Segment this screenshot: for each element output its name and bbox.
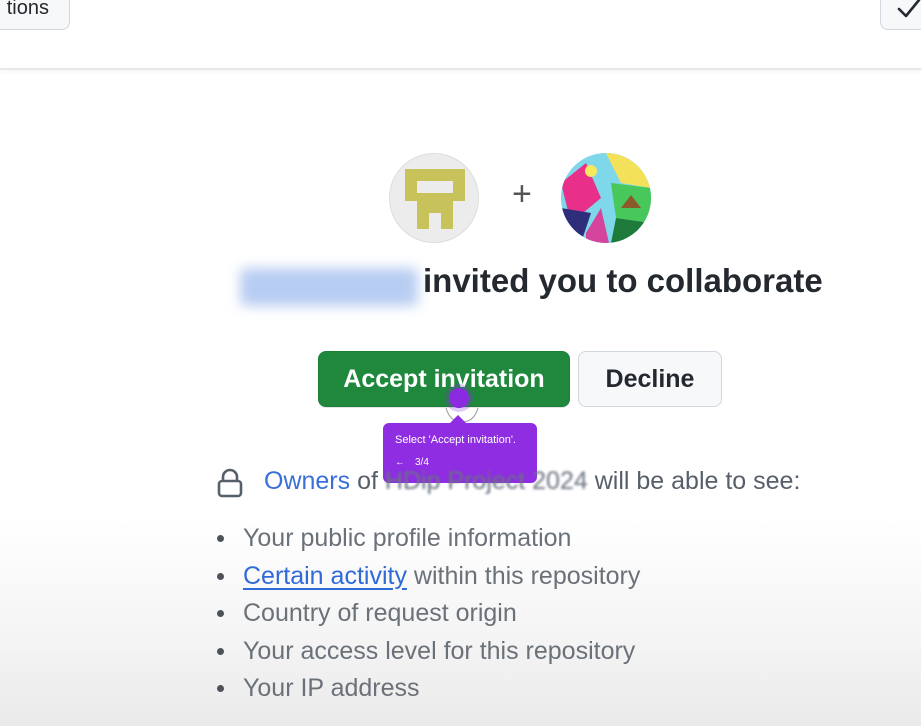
list-item-text: Your IP address xyxy=(243,674,420,702)
repository-name: HDip Project 2024 xyxy=(384,467,588,495)
decline-label: Decline xyxy=(605,364,695,393)
list-item-text: Your public profile information xyxy=(243,524,572,552)
list-item: Certain activity within this repository xyxy=(210,558,640,596)
bullet xyxy=(217,610,224,617)
bullet xyxy=(217,535,224,542)
check-icon xyxy=(897,0,921,18)
owners-suffix: will be able to see: xyxy=(587,467,801,495)
repository-avatar xyxy=(561,153,651,243)
lock-icon xyxy=(217,468,243,498)
list-item-text: within this repository xyxy=(406,561,641,590)
page: tions + invited you to collaborate Accep… xyxy=(0,0,921,726)
list-item: Your access level for this repository xyxy=(210,633,640,671)
list-item: Your IP address xyxy=(210,670,640,708)
list-item-text: Country of request origin xyxy=(243,599,517,627)
plus-sign: + xyxy=(512,175,532,213)
list-item: Country of request origin xyxy=(210,595,640,633)
bullet xyxy=(217,647,224,655)
owners-of: of xyxy=(350,467,385,495)
bullet xyxy=(217,572,224,580)
done-button[interactable] xyxy=(880,0,921,30)
inviter-avatar xyxy=(389,153,479,243)
bullet xyxy=(217,685,224,692)
owners-link[interactable]: Owners xyxy=(264,467,350,495)
list-item-text: Your access level for this repository xyxy=(243,636,636,665)
notifications-button[interactable]: tions xyxy=(0,0,70,30)
inviter-username-redacted xyxy=(240,268,418,306)
decline-button[interactable]: Decline xyxy=(578,351,722,407)
owners-visibility-note: Owners of HDip Project 2024 will be able… xyxy=(264,467,800,496)
visibility-list: Your public profile information Certain … xyxy=(210,520,640,708)
tooltip-arrow xyxy=(450,415,466,423)
notifications-label: tions xyxy=(6,0,49,19)
top-bar: tions xyxy=(0,0,921,70)
certain-activity-link[interactable]: Certain activity xyxy=(243,562,407,590)
tooltip-text: Select 'Accept invitation'. xyxy=(395,434,516,446)
list-item: Your public profile information xyxy=(210,520,640,558)
invite-title: invited you to collaborate xyxy=(423,262,823,299)
